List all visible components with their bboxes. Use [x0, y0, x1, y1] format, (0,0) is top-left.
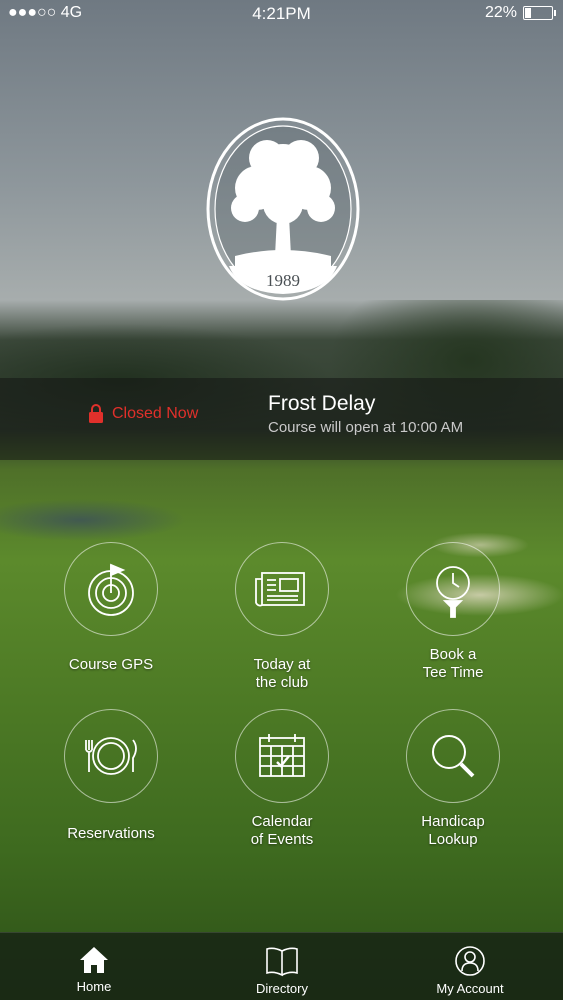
club-logo: 1989 [206, 117, 360, 301]
tab-directory-label: Directory [255, 981, 308, 996]
closed-label: Closed Now [112, 404, 199, 422]
newspaper-icon [255, 572, 305, 607]
book-tee-time-label: Book a Tee Time [422, 646, 484, 681]
handicap-lookup-label: Handicap Lookup [421, 813, 485, 848]
logo-year: 1989 [266, 271, 300, 290]
tab-home[interactable]: Home [0, 933, 188, 994]
reservations-label: Reservations [67, 825, 155, 842]
battery-status: 22% [484, 4, 556, 22]
tab-my-account-label: My Account [436, 981, 504, 996]
battery-icon [523, 6, 556, 20]
book-icon [266, 947, 298, 977]
tab-my-account[interactable]: My Account [376, 933, 563, 996]
magnifier-icon [432, 735, 475, 778]
closed-status: Closed Now [88, 404, 198, 423]
calendar-of-events-button[interactable]: Calendar of Events [197, 709, 367, 849]
handicap-lookup-button[interactable]: Handicap Lookup [368, 709, 538, 849]
course-gps-label: Course GPS [68, 656, 154, 673]
lock-icon [89, 404, 103, 423]
status-bar: ●●●○○ 4G 4:21PM 22% [0, 0, 563, 26]
banner-subtitle: Course will open at 10:00 AM [268, 419, 464, 436]
tab-directory[interactable]: Directory [188, 933, 376, 996]
book-tee-time-button[interactable]: Book a Tee Time [368, 542, 538, 682]
tab-bar: Home Directory My Account [0, 932, 563, 1000]
person-icon [455, 946, 485, 976]
tee-clock-icon [436, 566, 470, 618]
app-screen: ●●●○○ 4G 4:21PM 22% 1989 Closed Now Fros… [0, 0, 563, 1000]
battery-percent: 22% [484, 4, 517, 21]
dining-plate-icon [85, 737, 137, 775]
calendar-of-events-label: Calendar of Events [250, 813, 314, 848]
gps-flag-icon [88, 563, 134, 616]
clock: 4:21PM [252, 4, 311, 23]
calendar-icon [259, 734, 305, 777]
today-at-club-button[interactable]: Today at the club [197, 542, 367, 692]
banner-title: Frost Delay [268, 392, 376, 415]
today-at-club-label: Today at the club [253, 656, 311, 691]
course-gps-button[interactable]: Course GPS [26, 542, 196, 674]
tab-home-label: Home [76, 979, 112, 994]
home-icon [80, 947, 108, 973]
reservations-button[interactable]: Reservations [26, 709, 196, 843]
